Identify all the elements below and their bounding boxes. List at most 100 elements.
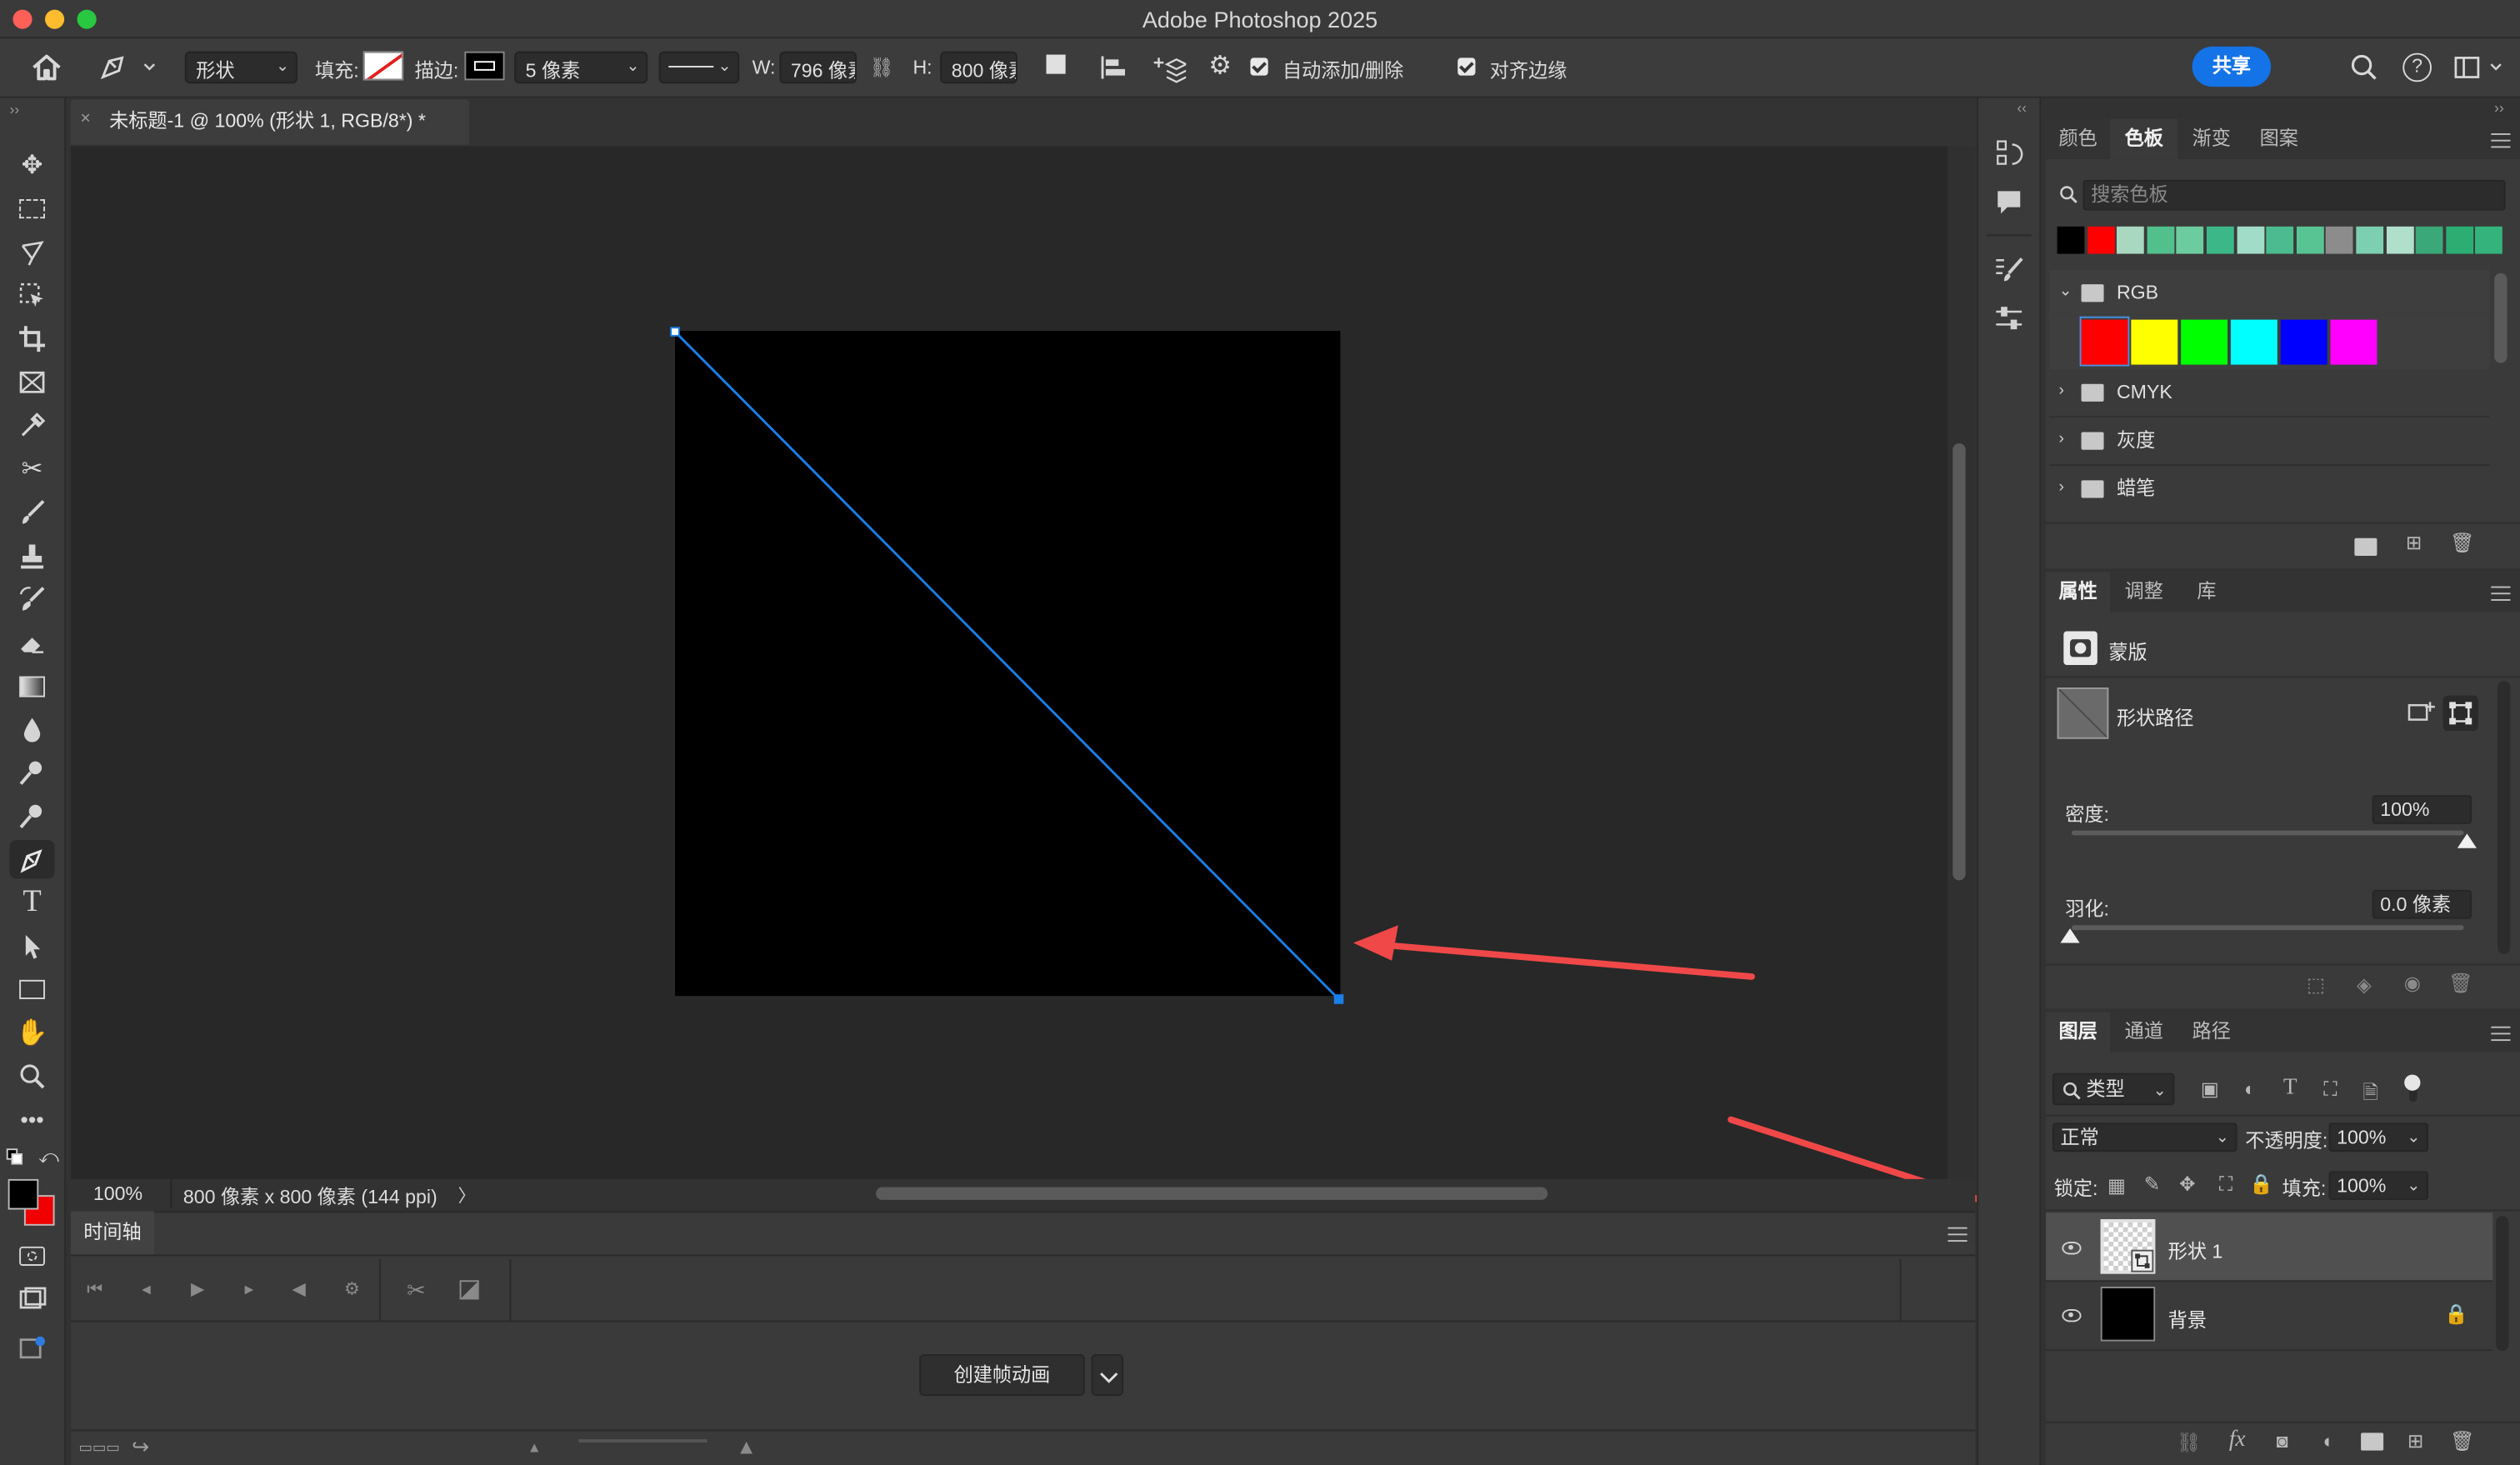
density-input[interactable]: 100% [2372,795,2472,824]
adjustments-panel-icon[interactable] [1992,302,2025,334]
filter-adjustment-layers-icon[interactable]: ◐ [2238,1078,2263,1100]
next-frame-icon[interactable]: ▸ [235,1276,264,1305]
timeline-zoom-slider[interactable] [578,1439,708,1442]
history-panel-icon[interactable] [1992,138,2025,171]
collapse-panels-icon[interactable]: ›› [2494,100,2504,116]
layers-menu-icon[interactable] [2491,1026,2511,1042]
new-layer-icon[interactable]: ⊞ [2402,1430,2428,1452]
rgb-swatch[interactable] [2280,319,2328,365]
go-to-first-frame-icon[interactable]: ⏮ [80,1276,109,1305]
recent-swatch[interactable] [2147,226,2175,254]
rgb-swatch[interactable] [2131,319,2178,365]
tab-channels[interactable]: 通道 [2110,1012,2178,1052]
recent-swatch[interactable] [2296,226,2324,254]
swatch-group-grayscale[interactable]: › 灰度 [2049,418,2489,462]
link-layers-icon[interactable]: ⛓ [2176,1431,2202,1453]
properties-menu-icon[interactable] [2491,586,2511,601]
comments-panel-icon[interactable] [1992,187,2025,219]
recent-swatch[interactable] [2236,226,2264,254]
tab-swatches[interactable]: 色板 [2110,118,2178,159]
blend-mode-select[interactable]: 正常 ⌄ [2052,1122,2238,1152]
disable-mask-icon[interactable]: ◉ [2399,972,2425,994]
lock-artboard-icon[interactable]: ⛶ [2213,1172,2239,1197]
animation-type-dropdown[interactable] [1091,1353,1124,1397]
lock-image-pixels-icon[interactable]: ✎ [2139,1172,2165,1195]
timeline-tab[interactable]: 时间轴 [70,1211,155,1255]
rgb-swatch[interactable] [2181,319,2228,365]
delete-swatch-icon[interactable]: 🗑 [2449,532,2475,554]
vertical-scrollbar-thumb[interactable] [1952,443,1966,881]
recent-swatch[interactable] [2445,226,2473,254]
tab-adjustments[interactable]: 调整 [2110,572,2178,612]
recent-swatch[interactable] [2177,226,2204,254]
lock-transparent-pixels-icon[interactable]: ▦ [2104,1174,2130,1197]
filter-pixel-layers-icon[interactable]: ▣ [2197,1078,2222,1100]
apply-mask-icon[interactable]: ◈ [2352,973,2378,996]
fill-input[interactable]: 100% ⌄ [2328,1171,2429,1200]
delete-mask-icon[interactable]: 🗑 [2448,972,2473,994]
feather-slider-thumb[interactable] [2060,928,2080,943]
split-scissors-icon[interactable]: ✂ [402,1276,431,1305]
recent-swatch[interactable] [2326,226,2354,254]
layer-style-fx-icon[interactable]: fx [2224,1428,2250,1454]
lock-position-icon[interactable]: ✥ [2174,1172,2200,1195]
opacity-input[interactable]: 100% ⌄ [2328,1122,2429,1152]
lock-all-icon[interactable]: 🔒 [2248,1172,2274,1195]
tab-color[interactable]: 颜色 [2046,119,2110,159]
swatches-scrollbar[interactable] [2494,272,2508,363]
brush-settings-panel-icon[interactable] [1992,254,2025,287]
recent-swatch[interactable] [2206,226,2234,254]
recent-swatch[interactable] [2356,226,2384,254]
timeline-settings-icon[interactable]: ⚙ [338,1276,367,1305]
filter-type-layers-icon[interactable]: T [2278,1076,2303,1102]
recent-swatch[interactable] [2117,226,2145,254]
new-adjustment-layer-icon[interactable]: ◐ [2316,1430,2342,1452]
feather-slider-track[interactable] [2071,925,2464,931]
recent-swatch[interactable] [2057,226,2085,254]
density-slider-thumb[interactable] [2457,833,2477,848]
play-icon[interactable]: ▶ [183,1276,212,1305]
collapse-dock-icon[interactable]: ‹‹ [2017,100,2027,116]
new-swatch-icon[interactable]: ⊞ [2401,532,2427,554]
tab-paths[interactable]: 路径 [2178,1012,2245,1052]
recent-swatch[interactable] [2475,226,2503,254]
properties-scrollbar[interactable] [2498,681,2511,954]
load-selection-icon[interactable]: ⬚ [2303,973,2329,996]
add-vector-mask-icon[interactable] [2408,700,2437,726]
tab-patterns[interactable]: 图案 [2245,119,2312,159]
feather-input[interactable]: 0.0 像素 [2372,889,2472,919]
recent-swatch[interactable] [2386,226,2413,254]
swatches-menu-icon[interactable] [2491,132,2511,148]
layer-visibility-eye-icon-2[interactable] [2062,1308,2082,1322]
horizontal-scrollbar-thumb[interactable] [876,1187,1548,1200]
swatch-search-input[interactable]: 搜索色板 [2082,179,2506,211]
convert-icon[interactable]: ↪ [132,1434,149,1460]
status-expand-icon[interactable]: 〉 [458,1182,476,1208]
add-layer-mask-icon[interactable]: ◙ [2269,1430,2295,1452]
layer-name-background[interactable]: 背景 [2168,1306,2207,1333]
tab-layers[interactable]: 图层 [2046,1012,2111,1052]
rgb-swatch[interactable] [2330,319,2378,365]
previous-frame-icon[interactable]: ◂ [132,1276,161,1305]
frame-mode-icon[interactable]: ▭▭▭ [79,1439,120,1457]
layer-filter-select[interactable]: 类型 ⌄ [2052,1072,2175,1106]
create-frame-animation-button[interactable]: 创建帧动画 [919,1353,1085,1397]
filter-shape-layers-icon[interactable]: ⛶ [2318,1078,2343,1102]
tab-properties[interactable]: 属性 [2046,572,2111,612]
tab-gradients[interactable]: 渐变 [2178,119,2245,159]
rgb-swatch[interactable] [2081,319,2128,365]
filter-smart-objects-icon[interactable]: 🗎 [2358,1078,2383,1111]
audio-icon[interactable]: ◀ [284,1276,313,1305]
zoom-level[interactable]: 100% [93,1182,142,1205]
transition-icon[interactable] [455,1276,484,1305]
zoom-in-timeline-icon[interactable]: ▲ [736,1434,757,1458]
filter-toggle-switch[interactable] [2402,1073,2422,1106]
density-slider-track[interactable] [2071,830,2464,836]
layer-visibility-eye-icon[interactable] [2062,1242,2082,1255]
delete-layer-icon[interactable]: 🗑 [2449,1430,2475,1452]
recent-swatch[interactable] [2266,226,2294,254]
vector-mask-select-icon[interactable] [2442,695,2478,732]
swatch-group-cmyk[interactable]: › CMYK [2049,369,2489,414]
recent-swatch[interactable] [2416,226,2443,254]
rgb-swatch[interactable] [2230,319,2278,365]
